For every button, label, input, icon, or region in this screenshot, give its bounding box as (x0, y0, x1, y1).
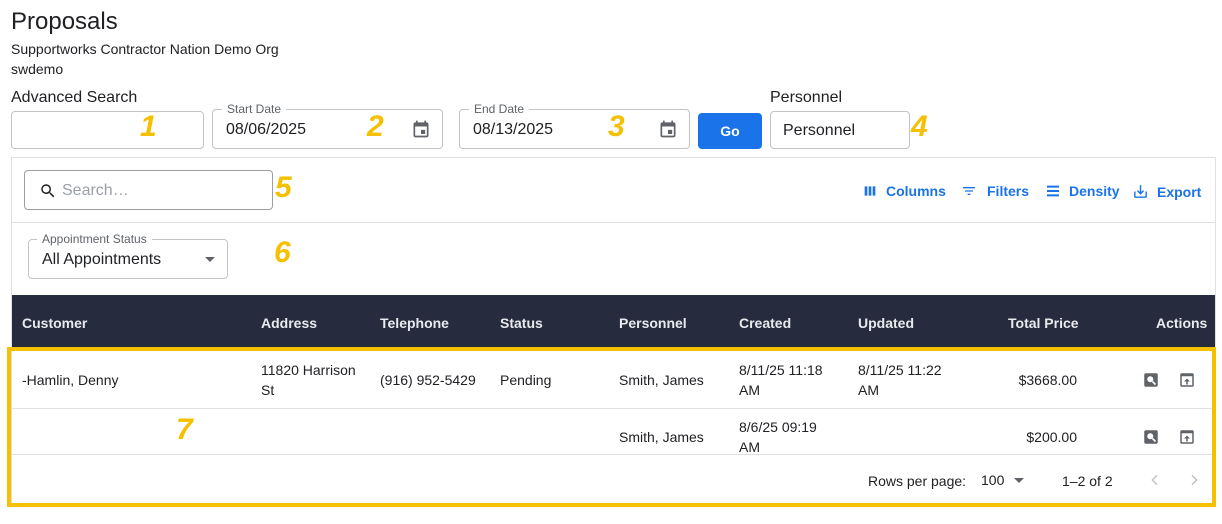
search-placeholder: Search… (62, 182, 129, 199)
column-header-personnel[interactable]: Personnel (619, 315, 687, 331)
filters-label: Filters (987, 183, 1030, 199)
export-label: Export (1157, 183, 1202, 200)
calendar-icon[interactable] (411, 119, 431, 139)
download-icon (1134, 185, 1147, 198)
personnel-label: Personnel (770, 89, 843, 106)
columns-icon (864, 186, 876, 196)
end-date-field[interactable]: End Date 08/13/2025 (459, 102, 690, 149)
columns-label: Columns (886, 183, 946, 199)
column-header-created[interactable]: Created (739, 315, 791, 331)
appointment-status-select[interactable]: Appointment Status All Appointments (28, 232, 228, 279)
columns-button[interactable]: Columns (862, 183, 946, 199)
go-button[interactable]: Go (698, 113, 762, 149)
density-label: Density (1069, 183, 1120, 199)
column-header-status[interactable]: Status (500, 315, 543, 331)
column-header-total-price[interactable]: Total Price (1008, 315, 1079, 331)
annotation-number: 2 (367, 110, 384, 143)
annotation-number: 7 (176, 413, 193, 446)
advanced-search-label: Advanced Search (11, 89, 138, 106)
page-title: Proposals (11, 8, 118, 35)
table-header: Customer Address Telephone Status Person… (12, 295, 1215, 350)
annotation-number: 6 (274, 236, 291, 269)
column-header-updated[interactable]: Updated (858, 315, 914, 331)
end-date-label: End Date (469, 102, 530, 116)
calendar-icon[interactable] (658, 119, 678, 139)
start-date-label: Start Date (222, 102, 287, 116)
appointment-status-label: Appointment Status (37, 232, 152, 246)
username: swdemo (11, 61, 64, 77)
density-button[interactable]: Density (1045, 183, 1120, 199)
annotation-number: 5 (275, 171, 292, 204)
advanced-search-input[interactable] (11, 111, 204, 149)
grid-search-input[interactable]: Search… (24, 170, 273, 210)
end-date-value: 08/13/2025 (473, 121, 554, 138)
toolbar-divider (12, 222, 1215, 223)
appointment-status-value: All Appointments (42, 251, 162, 268)
personnel-value: Personnel (783, 122, 856, 139)
start-date-value: 08/06/2025 (226, 121, 307, 138)
filter-icon (963, 187, 975, 195)
column-header-address[interactable]: Address (261, 315, 317, 331)
column-header-customer[interactable]: Customer (22, 315, 87, 331)
filters-button[interactable]: Filters (959, 183, 1029, 199)
density-icon (1047, 185, 1059, 197)
search-icon (41, 184, 55, 198)
export-button[interactable]: Export (1132, 183, 1201, 200)
org-name: Supportworks Contractor Nation Demo Org (11, 41, 279, 57)
annotation-number: 1 (140, 110, 157, 143)
annotation-number: 3 (608, 110, 625, 143)
column-header-telephone[interactable]: Telephone (380, 315, 449, 331)
annotation-number: 4 (911, 110, 928, 143)
chevron-down-icon (205, 257, 215, 262)
column-header-actions: Actions (1156, 315, 1208, 331)
personnel-select[interactable]: Personnel (770, 111, 910, 149)
start-date-field[interactable]: Start Date 08/06/2025 (212, 102, 443, 149)
